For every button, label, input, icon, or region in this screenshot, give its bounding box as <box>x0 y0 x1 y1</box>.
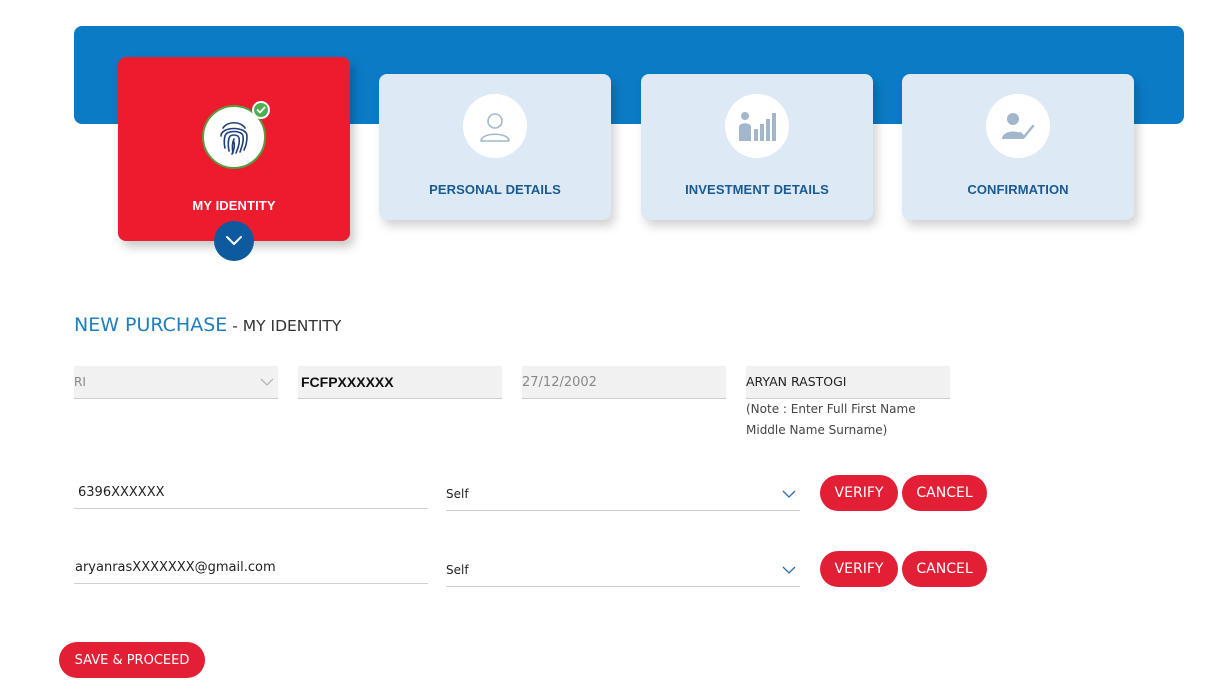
verify-mobile-button[interactable]: VERIFY <box>820 475 898 511</box>
completed-check-icon <box>252 101 270 119</box>
full-name-field[interactable]: ARYAN RASTOGI <box>746 366 950 399</box>
step-investment-details[interactable]: INVESTMENT DETAILS <box>641 74 873 220</box>
person-icon <box>480 113 510 142</box>
chevron-down-icon <box>782 490 796 498</box>
step-icon-circle <box>202 101 270 169</box>
pan-value: FCFPXXXXXX <box>301 374 394 390</box>
full-name-value: ARYAN RASTOGI <box>746 374 847 389</box>
cancel-email-button[interactable]: CANCEL <box>902 551 987 587</box>
fingerprint-icon <box>220 121 248 155</box>
name-note: (Note : Enter Full First Name Middle Nam… <box>746 402 916 437</box>
chevron-down-icon <box>260 378 274 386</box>
chevron-down-icon <box>782 566 796 574</box>
email-relation-select[interactable]: Self <box>446 554 800 587</box>
step-label: MY IDENTITY <box>192 198 276 213</box>
step-icon-circle <box>725 94 789 158</box>
verify-email-button[interactable]: VERIFY <box>820 551 898 587</box>
investment-chart-icon <box>739 112 776 141</box>
mobile-relation-value: Self <box>446 487 469 501</box>
step-label: INVESTMENT DETAILS <box>685 182 829 197</box>
page-title: NEW PURCHASE - MY IDENTITY <box>74 314 341 336</box>
email-input[interactable]: aryanrasXXXXXXX@gmail.com <box>74 551 428 584</box>
email-relation-value: Self <box>446 563 469 577</box>
dob-field[interactable]: 27/12/2002 <box>522 366 726 399</box>
mobile-input[interactable]: 6396XXXXXX <box>74 476 428 509</box>
cancel-mobile-button[interactable]: CANCEL <box>902 475 987 511</box>
mobile-value: 6396XXXXXX <box>78 484 165 500</box>
email-value: aryanrasXXXXXXX@gmail.com <box>75 559 276 575</box>
step-confirmation[interactable]: CONFIRMATION <box>902 74 1134 220</box>
pan-field[interactable]: FCFPXXXXXX <box>298 366 502 399</box>
resident-status-value: RI <box>74 375 86 389</box>
page-title-main: NEW PURCHASE <box>74 314 228 336</box>
mobile-relation-select[interactable]: Self <box>446 478 800 511</box>
dob-value: 27/12/2002 <box>522 374 597 390</box>
step-label: PERSONAL DETAILS <box>429 182 561 197</box>
step-personal-details[interactable]: PERSONAL DETAILS <box>379 74 611 220</box>
user-check-icon <box>1002 113 1035 139</box>
step-my-identity[interactable]: MY IDENTITY <box>118 57 350 241</box>
save-and-proceed-button[interactable]: SAVE & PROCEED <box>59 642 205 678</box>
resident-status-select[interactable]: RI <box>74 366 278 399</box>
chevron-down-icon[interactable] <box>214 221 254 261</box>
step-icon-circle <box>463 94 527 158</box>
page-title-sub: - MY IDENTITY <box>227 317 342 335</box>
step-icon-circle <box>986 94 1050 158</box>
step-label: CONFIRMATION <box>967 182 1069 197</box>
